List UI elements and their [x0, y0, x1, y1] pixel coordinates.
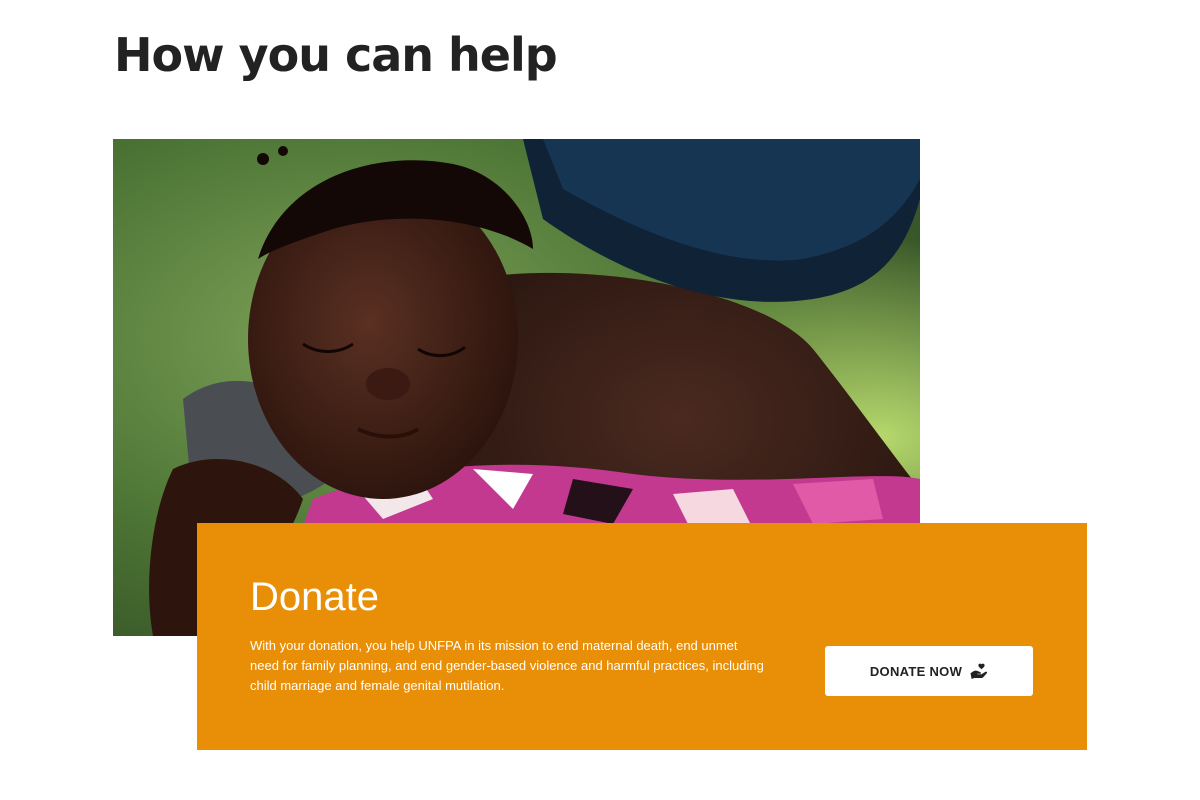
hand-holding-heart-icon [970, 663, 988, 679]
donate-now-label: DONATE NOW [869, 663, 963, 679]
donate-description: With your donation, you help UNFPA in it… [250, 638, 764, 693]
donate-title: Donate [250, 575, 379, 619]
donate-card: Donate With your donation, you help UNFP… [197, 523, 1087, 750]
donate-now-button[interactable]: DONATE NOW [825, 646, 1033, 696]
page-title: How you can help [114, 28, 558, 82]
